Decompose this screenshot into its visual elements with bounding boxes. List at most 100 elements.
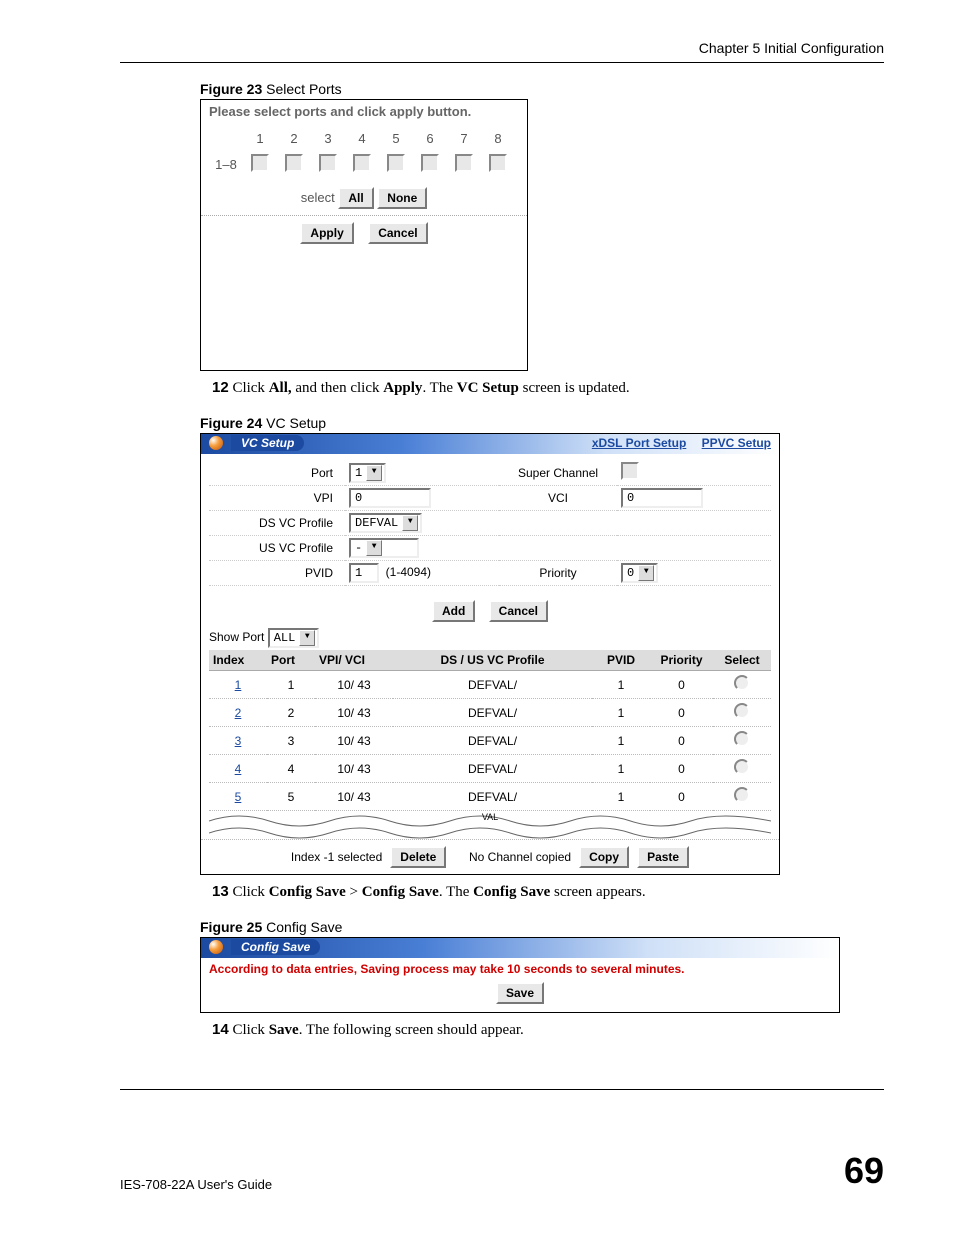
port-select[interactable]: 1 xyxy=(349,463,386,483)
step-13-number: 13 xyxy=(212,883,229,900)
figure25-caption: Figure 25 Config Save xyxy=(200,919,884,935)
figure25-caption-rest: Config Save xyxy=(262,919,342,935)
cancel-button[interactable]: Cancel xyxy=(368,222,427,244)
fig23-col-8: 8 xyxy=(481,125,515,151)
step-12-number: 12 xyxy=(212,379,229,396)
figure25-caption-bold: Figure 25 xyxy=(200,919,262,935)
table-row: 3 3 10/ 43 DEFVAL/ 1 0 xyxy=(209,727,771,755)
pvid-hint: (1-4094) xyxy=(386,565,431,579)
fig23-row-label: 1–8 xyxy=(209,151,243,177)
fig23-title: Please select ports and click apply butt… xyxy=(209,104,519,119)
vc-setup-tab: VC Setup xyxy=(231,435,304,451)
th-profile: DS / US VC Profile xyxy=(393,650,592,671)
add-button[interactable]: Add xyxy=(432,600,475,622)
row-index-link[interactable]: 2 xyxy=(235,706,242,720)
fig23-col-3: 3 xyxy=(311,125,345,151)
orb-icon xyxy=(209,436,223,450)
footer-rule xyxy=(120,1089,884,1090)
fig23-col-6: 6 xyxy=(413,125,447,151)
label-vpi: VPI xyxy=(209,486,345,511)
vci-input[interactable]: 0 xyxy=(621,488,703,508)
figure23-select-ports: Please select ports and click apply butt… xyxy=(200,99,528,371)
label-dsvc: DS VC Profile xyxy=(209,511,345,536)
step-14: 14 Click Save. The following screen shou… xyxy=(212,1021,884,1039)
label-port: Port xyxy=(209,460,345,486)
xdsl-port-setup-link[interactable]: xDSL Port Setup xyxy=(592,436,686,450)
label-vci: VCI xyxy=(499,486,617,511)
row-select-radio[interactable] xyxy=(734,675,750,691)
show-port-select[interactable]: ALL xyxy=(268,628,320,648)
figure25-config-save: Config Save According to data entries, S… xyxy=(200,937,840,1013)
step-14-number: 14 xyxy=(212,1021,229,1038)
label-pvid: PVID xyxy=(209,561,345,586)
table-row: 1 1 10/ 43 DEFVAL/ 1 0 xyxy=(209,671,771,699)
label-super-channel: Super Channel xyxy=(499,460,617,486)
port-checkbox-3[interactable] xyxy=(319,154,337,172)
fig23-col-7: 7 xyxy=(447,125,481,151)
row-select-radio[interactable] xyxy=(734,787,750,803)
chevron-down-icon xyxy=(366,540,382,556)
chevron-down-icon xyxy=(299,630,315,646)
ppvc-setup-link[interactable]: PPVC Setup xyxy=(702,436,771,450)
row-index-link[interactable]: 1 xyxy=(235,678,242,692)
port-checkbox-4[interactable] xyxy=(353,154,371,172)
paste-button[interactable]: Paste xyxy=(637,846,689,868)
fig24-tabheader: VC Setup xDSL Port Setup PPVC Setup xyxy=(201,434,779,454)
save-button[interactable]: Save xyxy=(496,982,544,1004)
show-port-label: Show Port xyxy=(209,630,264,644)
vpi-input[interactable]: 0 xyxy=(349,488,431,508)
selected-index-label: Index -1 selected xyxy=(291,850,382,864)
pvid-input[interactable]: 1 xyxy=(349,563,379,583)
port-checkbox-2[interactable] xyxy=(285,154,303,172)
chevron-down-icon xyxy=(638,565,654,581)
fig23-col-2: 2 xyxy=(277,125,311,151)
fig25-tabheader: Config Save xyxy=(201,938,839,958)
row-select-radio[interactable] xyxy=(734,731,750,747)
chevron-down-icon xyxy=(366,465,382,481)
super-channel-checkbox[interactable] xyxy=(621,462,639,480)
row-select-radio[interactable] xyxy=(734,703,750,719)
config-save-warning: According to data entries, Saving proces… xyxy=(201,958,839,982)
fig23-port-table: 1 2 3 4 5 6 7 8 1–8 xyxy=(209,125,515,177)
figure24-caption: Figure 24 VC Setup xyxy=(200,415,884,431)
port-checkbox-5[interactable] xyxy=(387,154,405,172)
th-vpivci: VPI/ VCI xyxy=(315,650,393,671)
figure23-caption-rest: Select Ports xyxy=(262,81,341,97)
th-port: Port xyxy=(267,650,315,671)
delete-button[interactable]: Delete xyxy=(390,846,446,868)
port-checkbox-8[interactable] xyxy=(489,154,507,172)
port-checkbox-7[interactable] xyxy=(455,154,473,172)
row-index-link[interactable]: 3 xyxy=(235,734,242,748)
th-index: Index xyxy=(209,650,267,671)
svg-text:VAL: VAL xyxy=(482,812,498,822)
row-select-radio[interactable] xyxy=(734,759,750,775)
priority-select[interactable]: 0 xyxy=(621,563,658,583)
config-save-tab: Config Save xyxy=(231,939,320,955)
copy-button[interactable]: Copy xyxy=(579,846,629,868)
fig23-col-4: 4 xyxy=(345,125,379,151)
figure24-caption-rest: VC Setup xyxy=(262,415,326,431)
figure23-caption-bold: Figure 23 xyxy=(200,81,262,97)
vc-cancel-button[interactable]: Cancel xyxy=(489,600,548,622)
chapter-header: Chapter 5 Initial Configuration xyxy=(120,40,884,56)
label-priority: Priority xyxy=(499,561,617,586)
step-12: 12 Click All, and then click Apply. The … xyxy=(212,379,884,397)
dsvc-profile-select[interactable]: DEFVAL xyxy=(349,513,422,533)
usvc-profile-select[interactable]: - xyxy=(349,538,419,558)
figure24-caption-bold: Figure 24 xyxy=(200,415,262,431)
vc-table: Index Port VPI/ VCI DS / US VC Profile P… xyxy=(209,650,771,811)
select-all-button[interactable]: All xyxy=(338,187,373,209)
footer-guide: IES-708-22A User's Guide xyxy=(120,1177,272,1192)
port-checkbox-6[interactable] xyxy=(421,154,439,172)
fig23-col-1: 1 xyxy=(243,125,277,151)
select-none-button[interactable]: None xyxy=(377,187,427,209)
apply-button[interactable]: Apply xyxy=(300,222,353,244)
label-usvc: US VC Profile xyxy=(209,536,345,561)
figure24-vc-setup: VC Setup xDSL Port Setup PPVC Setup Port… xyxy=(200,433,780,875)
table-truncation-wave: VAL xyxy=(209,811,771,839)
row-index-link[interactable]: 5 xyxy=(235,790,242,804)
port-checkbox-1[interactable] xyxy=(251,154,269,172)
table-row: 4 4 10/ 43 DEFVAL/ 1 0 xyxy=(209,755,771,783)
fig23-col-5: 5 xyxy=(379,125,413,151)
row-index-link[interactable]: 4 xyxy=(235,762,242,776)
